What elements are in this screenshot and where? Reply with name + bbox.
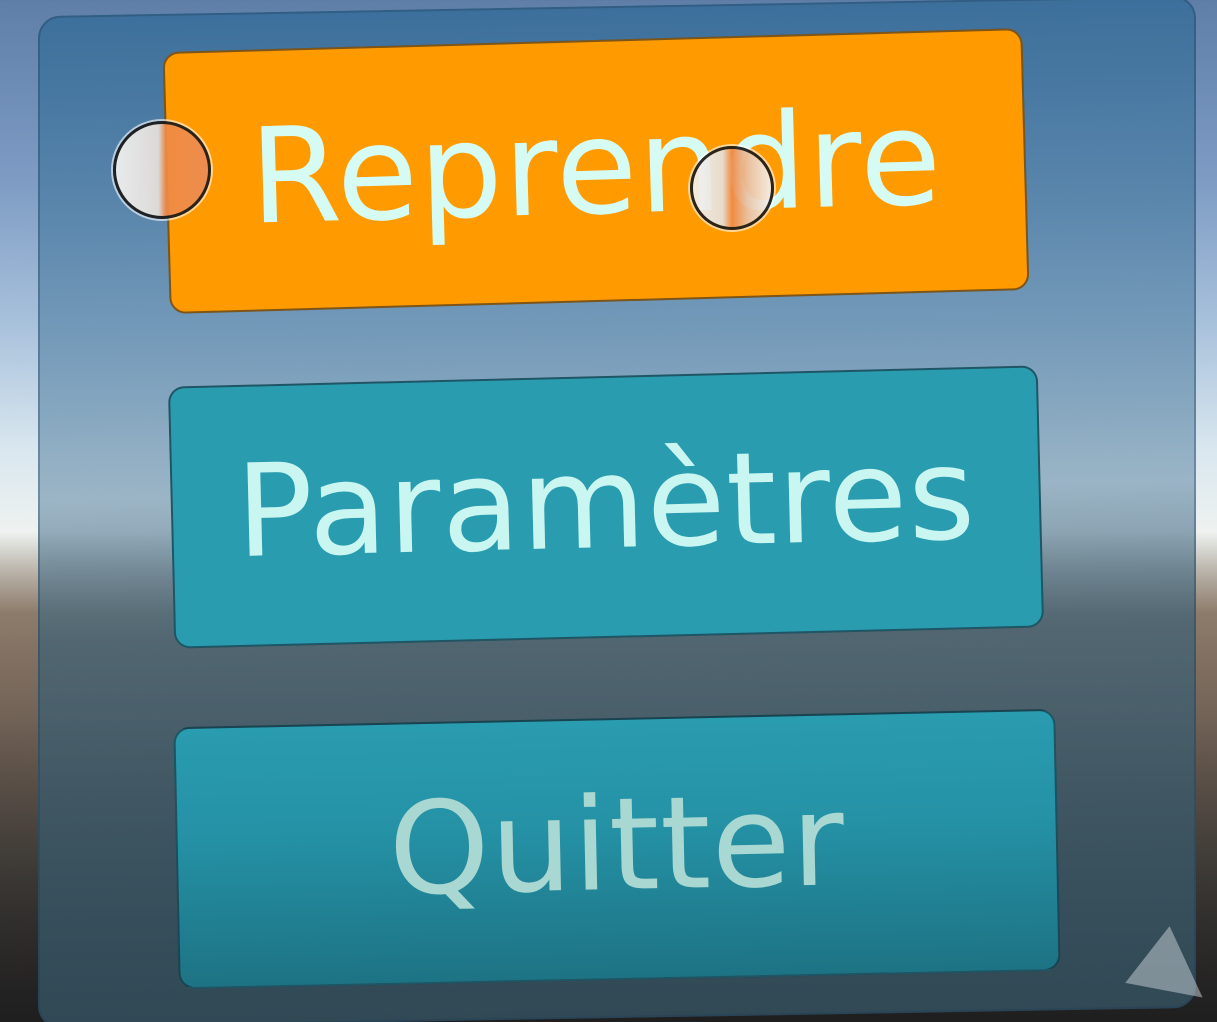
controller-ray-pointer-icon [113,121,211,219]
resume-button-label: Reprendre [247,81,945,255]
settings-button-label: Paramètres [234,419,978,588]
settings-button[interactable]: Paramètres [167,365,1045,649]
quit-button-label: Quitter [387,766,847,925]
resume-button[interactable]: Reprendre [162,28,1030,314]
controller-ray-pointer-icon [690,146,774,230]
quit-button[interactable]: Quitter [173,708,1061,990]
